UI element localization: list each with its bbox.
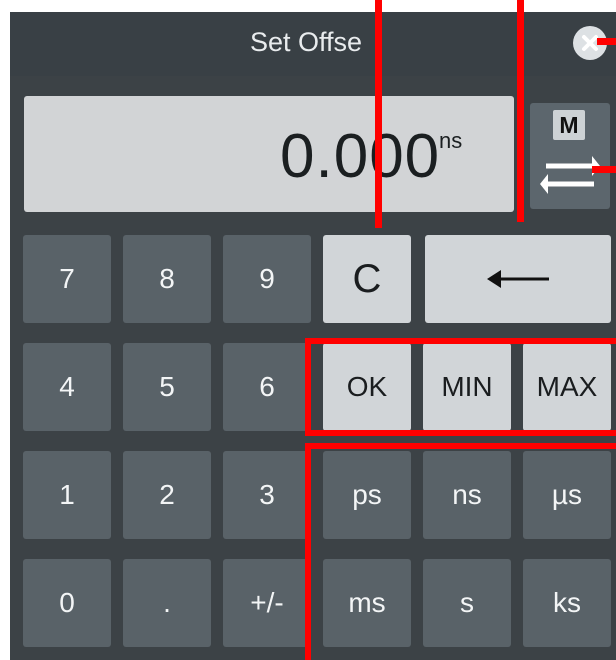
dialog-title: Set Offse — [250, 27, 363, 57]
key-8[interactable]: 8 — [123, 235, 211, 323]
key-1[interactable]: 1 — [23, 451, 111, 539]
display-value: 0.000 — [280, 122, 441, 191]
callout-line-backspace — [517, 0, 524, 222]
key-5[interactable]: 5 — [123, 343, 211, 431]
swap-arrows-icon — [540, 156, 600, 194]
callout-line-close — [597, 38, 616, 45]
key-7[interactable]: 7 — [23, 235, 111, 323]
key-3[interactable]: 3 — [223, 451, 311, 539]
callout-box-units — [305, 443, 616, 660]
key-9[interactable]: 9 — [223, 235, 311, 323]
callout-box-actions — [305, 338, 616, 436]
key-4[interactable]: 4 — [23, 343, 111, 431]
key-sign-toggle[interactable]: +/- — [223, 559, 311, 647]
key-2[interactable]: 2 — [123, 451, 211, 539]
key-0[interactable]: 0 — [23, 559, 111, 647]
clear-button[interactable]: C — [323, 235, 411, 323]
calculator-screenshot: Set Offse 0.000 ns M 7 8 9 4 5 6 1 2 3 0… — [0, 0, 616, 660]
memory-label: M — [553, 110, 585, 140]
backspace-arrow-icon — [487, 270, 549, 288]
key-decimal[interactable]: . — [123, 559, 211, 647]
key-6[interactable]: 6 — [223, 343, 311, 431]
callout-line-memory — [592, 166, 616, 173]
callout-line-clear — [375, 0, 382, 228]
backspace-button[interactable] — [425, 235, 611, 323]
value-display — [24, 96, 514, 212]
display-unit: ns — [439, 128, 463, 153]
